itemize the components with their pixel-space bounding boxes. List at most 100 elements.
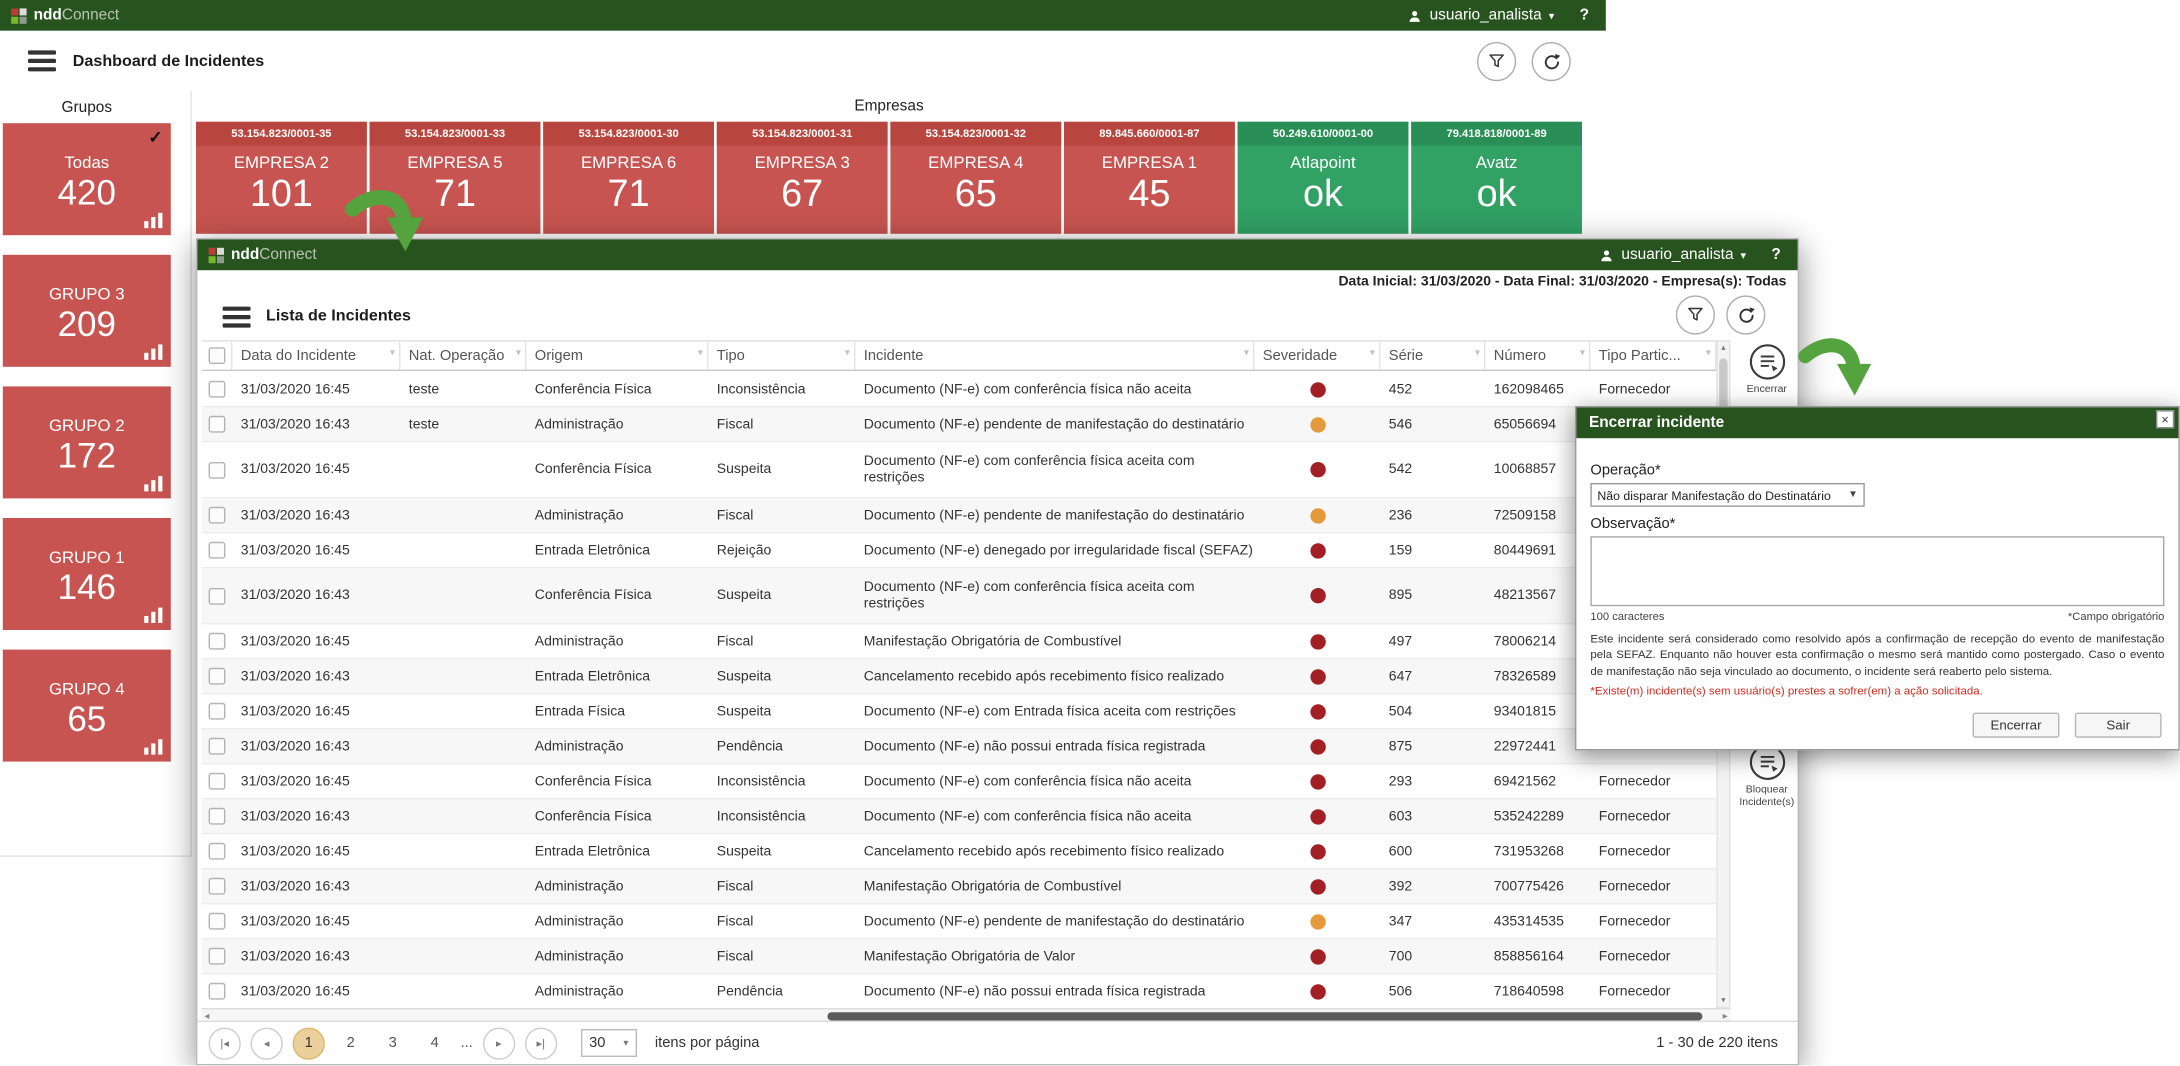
column-header-serie[interactable]: Série xyxy=(1380,342,1485,370)
help-button[interactable]: ? xyxy=(1771,246,1780,263)
group-card[interactable]: GRUPO 4 65 xyxy=(3,650,171,762)
column-header-nat-operacao[interactable]: Nat. Operação xyxy=(400,342,526,370)
table-row[interactable]: 31/03/2020 16:43 Conferência Física Susp… xyxy=(202,568,1717,624)
row-checkbox[interactable] xyxy=(209,983,226,1000)
warning-text: *Existe(m) incidente(s) sem usuário(s) p… xyxy=(1590,685,2164,700)
table-row[interactable]: 31/03/2020 16:43 Administração Pendência… xyxy=(202,729,1717,764)
page-button-4[interactable]: 4 xyxy=(419,1027,451,1059)
table-row[interactable]: 31/03/2020 16:45 Conferência Física Susp… xyxy=(202,442,1717,498)
table-row[interactable]: 31/03/2020 16:45 Administração Fiscal Do… xyxy=(202,904,1717,939)
encerrar-action-button[interactable]: Encerrar xyxy=(1733,343,1800,395)
row-checkbox[interactable] xyxy=(209,738,226,755)
table-row[interactable]: 31/03/2020 16:45 Administração Fiscal Ma… xyxy=(202,624,1717,659)
row-checkbox[interactable] xyxy=(209,542,226,559)
table-row[interactable]: 31/03/2020 16:45 Entrada Eletrônica Susp… xyxy=(202,834,1717,869)
user-menu[interactable]: usuario_analista ▾ xyxy=(1407,7,1554,24)
column-header-numero[interactable]: Número xyxy=(1485,342,1590,370)
table-row[interactable]: 31/03/2020 16:45 Administração Pendência… xyxy=(202,974,1717,1008)
observacao-textarea[interactable] xyxy=(1590,536,2164,606)
select-all-checkbox[interactable] xyxy=(208,347,225,364)
bar-chart-icon xyxy=(144,608,162,623)
refresh-icon xyxy=(1541,51,1562,72)
cell-nat-operacao xyxy=(400,442,526,497)
table-row[interactable]: 31/03/2020 16:43 Administração Fiscal Ma… xyxy=(202,869,1717,904)
row-checkbox[interactable] xyxy=(209,773,226,790)
column-header-tipo-participante[interactable]: Tipo Partic... xyxy=(1590,342,1716,370)
table-row[interactable]: 31/03/2020 16:45 Entrada Física Suspeita… xyxy=(202,694,1717,729)
row-checkbox[interactable] xyxy=(209,633,226,650)
page-button-2[interactable]: 2 xyxy=(335,1027,367,1059)
table-row[interactable]: 31/03/2020 16:43 Administração Fiscal Ma… xyxy=(202,939,1717,974)
row-checkbox[interactable] xyxy=(209,416,226,433)
column-header-incidente[interactable]: Incidente xyxy=(855,342,1254,370)
group-card[interactable]: ✓ Todas 420 xyxy=(3,123,171,235)
horizontal-scrollbar-thumb[interactable] xyxy=(827,1012,1702,1020)
scroll-down-icon[interactable]: ▾ xyxy=(1718,995,1729,1005)
row-checkbox[interactable] xyxy=(209,668,226,685)
operacao-select[interactable]: Não disparar Manifestação do Destinatári… xyxy=(1590,483,1864,507)
company-card[interactable]: 89.845.660/0001-87 EMPRESA 1 45 xyxy=(1064,122,1235,234)
filter-button[interactable] xyxy=(1477,42,1516,81)
column-header-severidade[interactable]: Severidade xyxy=(1254,342,1380,370)
page-size-select[interactable]: 30 ▾ xyxy=(581,1029,637,1057)
table-row[interactable]: 31/03/2020 16:43 Entrada Eletrônica Susp… xyxy=(202,659,1717,694)
prev-page-button[interactable]: ◂ xyxy=(251,1027,283,1059)
group-card[interactable]: GRUPO 1 146 xyxy=(3,518,171,630)
row-checkbox[interactable] xyxy=(209,808,226,825)
company-name: EMPRESA 1 xyxy=(1064,153,1235,173)
column-header-tipo[interactable]: Tipo xyxy=(708,342,855,370)
cell-nat-operacao xyxy=(400,624,526,658)
company-name: EMPRESA 4 xyxy=(890,153,1061,173)
table-row[interactable]: 31/03/2020 16:45 Entrada Eletrônica Reje… xyxy=(202,533,1717,568)
company-card[interactable]: 53.154.823/0001-35 EMPRESA 2 101 xyxy=(196,122,367,234)
menu-button[interactable] xyxy=(223,306,251,327)
row-checkbox[interactable] xyxy=(209,507,226,524)
cell-origem: Entrada Física xyxy=(526,694,708,728)
page-button-1[interactable]: 1 xyxy=(293,1027,325,1059)
next-page-button[interactable]: ▸ xyxy=(483,1027,515,1059)
table-row[interactable]: 31/03/2020 16:45 Conferência Física Inco… xyxy=(202,764,1717,799)
user-menu[interactable]: usuario_analista ▾ xyxy=(1599,246,1746,263)
cell-incidente: Manifestação Obrigatória de Valor xyxy=(855,939,1254,973)
row-checkbox[interactable] xyxy=(209,843,226,860)
column-header-origem[interactable]: Origem xyxy=(526,342,708,370)
row-checkbox[interactable] xyxy=(209,878,226,895)
last-page-button[interactable]: ▸| xyxy=(525,1027,557,1059)
encerrar-button[interactable]: Encerrar xyxy=(1973,713,2060,738)
select-all-cell[interactable] xyxy=(202,342,233,370)
table-row[interactable]: 31/03/2020 16:43 teste Administração Fis… xyxy=(202,407,1717,442)
cell-date: 31/03/2020 16:43 xyxy=(232,939,400,973)
group-card[interactable]: GRUPO 2 172 xyxy=(3,386,171,498)
help-button[interactable]: ? xyxy=(1580,7,1589,24)
page-button-3[interactable]: 3 xyxy=(377,1027,409,1059)
menu-button[interactable] xyxy=(28,50,56,71)
selected-check-icon: ✓ xyxy=(148,127,162,147)
group-card[interactable]: GRUPO 3 209 xyxy=(3,255,171,367)
company-card[interactable]: 50.249.610/0001-00 Atlapoint ok xyxy=(1238,122,1409,234)
company-card[interactable]: 53.154.823/0001-31 EMPRESA 3 67 xyxy=(717,122,888,234)
sair-button[interactable]: Sair xyxy=(2075,713,2162,738)
table-row[interactable]: 31/03/2020 16:45 teste Conferência Físic… xyxy=(202,372,1717,407)
row-checkbox[interactable] xyxy=(209,461,226,478)
table-row[interactable]: 31/03/2020 16:43 Conferência Física Inco… xyxy=(202,799,1717,834)
column-header-data-incidente[interactable]: Data do Incidente xyxy=(232,342,400,370)
row-checkbox[interactable] xyxy=(209,587,226,604)
close-icon[interactable]: × xyxy=(2156,410,2174,428)
bloquear-action-button[interactable]: Bloquear Incidente(s) xyxy=(1733,743,1800,808)
observacao-label: Observação* xyxy=(1590,515,2164,532)
first-page-button[interactable]: |◂ xyxy=(209,1027,241,1059)
refresh-button[interactable] xyxy=(1726,295,1765,334)
row-checkbox[interactable] xyxy=(209,913,226,930)
row-checkbox[interactable] xyxy=(209,703,226,720)
row-checkbox[interactable] xyxy=(209,381,226,398)
filter-button[interactable] xyxy=(1676,295,1715,334)
company-card[interactable]: 53.154.823/0001-32 EMPRESA 4 65 xyxy=(890,122,1061,234)
table-row[interactable]: 31/03/2020 16:43 Administração Fiscal Do… xyxy=(202,498,1717,533)
cell-origem: Administração xyxy=(526,729,708,763)
cell-nat-operacao xyxy=(400,904,526,938)
scroll-up-icon[interactable]: ▴ xyxy=(1718,343,1729,353)
company-card[interactable]: 79.418.818/0001-89 Avatz ok xyxy=(1411,122,1582,234)
refresh-button[interactable] xyxy=(1532,42,1571,81)
row-checkbox[interactable] xyxy=(209,948,226,965)
company-card[interactable]: 53.154.823/0001-30 EMPRESA 6 71 xyxy=(543,122,714,234)
